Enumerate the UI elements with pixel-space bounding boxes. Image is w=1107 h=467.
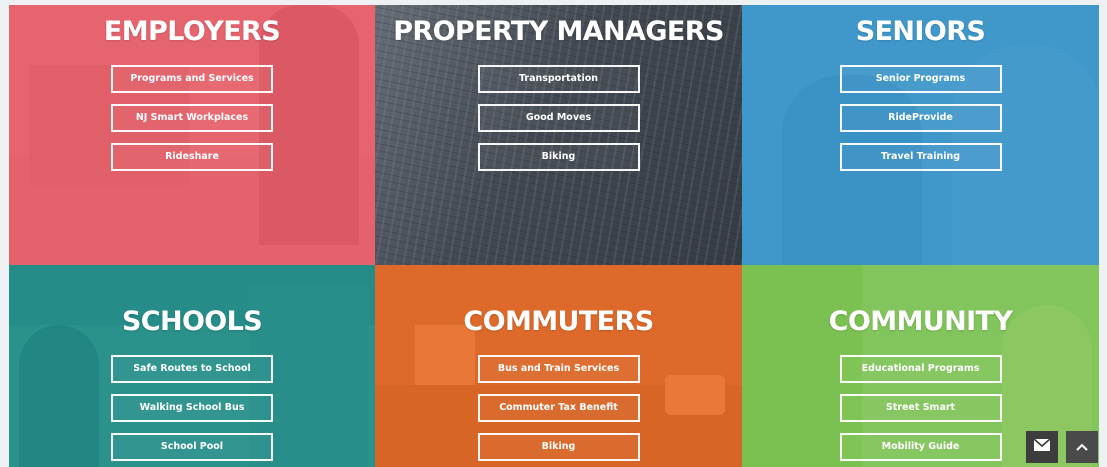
commuters-content: COMMUTERS Bus and Train Services Commute… <box>375 265 742 467</box>
property-managers-content: PROPERTY MANAGERS Transportation Good Mo… <box>375 5 742 182</box>
tile-seniors: SENIORS Senior Programs RideProvide Trav… <box>742 5 1099 265</box>
biking-button[interactable]: Biking <box>477 143 640 171</box>
tile-title: SENIORS <box>855 16 986 47</box>
tile-title: COMMUTERS <box>463 306 654 337</box>
audience-tiles-grid: EMPLOYERS Programs and Services NJ Smart… <box>9 5 1099 467</box>
rideprovide-button[interactable]: RideProvide <box>839 104 1002 132</box>
tile-property-managers: PROPERTY MANAGERS Transportation Good Mo… <box>375 5 742 265</box>
programs-and-services-button[interactable]: Programs and Services <box>111 65 273 93</box>
senior-programs-button[interactable]: Senior Programs <box>839 65 1002 93</box>
schools-content: SCHOOLS Safe Routes to School Walking Sc… <box>9 265 375 467</box>
bus-and-train-services-button[interactable]: Bus and Train Services <box>477 355 640 383</box>
street-smart-button[interactable]: Street Smart <box>839 394 1002 422</box>
scroll-to-top-button[interactable] <box>1066 431 1098 463</box>
mobility-guide-button[interactable]: Mobility Guide <box>839 433 1002 461</box>
tile-commuters: COMMUTERS Bus and Train Services Commute… <box>375 265 742 467</box>
chevron-up-icon <box>1076 438 1088 456</box>
tile-employers: EMPLOYERS Programs and Services NJ Smart… <box>9 5 375 265</box>
transportation-button[interactable]: Transportation <box>477 65 640 93</box>
seniors-content: SENIORS Senior Programs RideProvide Trav… <box>742 5 1099 182</box>
biking-button[interactable]: Biking <box>477 433 640 461</box>
tile-schools: SCHOOLS Safe Routes to School Walking Sc… <box>9 265 375 467</box>
tile-title: EMPLOYERS <box>103 16 281 47</box>
tile-title: PROPERTY MANAGERS <box>393 16 724 47</box>
envelope-icon <box>1033 438 1051 456</box>
educational-programs-button[interactable]: Educational Programs <box>839 355 1002 383</box>
travel-training-button[interactable]: Travel Training <box>839 143 1002 171</box>
rideshare-button[interactable]: Rideshare <box>111 143 273 171</box>
school-pool-button[interactable]: School Pool <box>111 433 273 461</box>
safe-routes-to-school-button[interactable]: Safe Routes to School <box>111 355 273 383</box>
tile-title: COMMUNITY <box>828 306 1013 337</box>
commuter-tax-benefit-button[interactable]: Commuter Tax Benefit <box>477 394 640 422</box>
nj-smart-workplaces-button[interactable]: NJ Smart Workplaces <box>111 104 273 132</box>
employers-content: EMPLOYERS Programs and Services NJ Smart… <box>9 5 375 182</box>
good-moves-button[interactable]: Good Moves <box>477 104 640 132</box>
walking-school-bus-button[interactable]: Walking School Bus <box>111 394 273 422</box>
contact-mail-button[interactable] <box>1026 431 1058 463</box>
tile-title: SCHOOLS <box>121 306 263 337</box>
